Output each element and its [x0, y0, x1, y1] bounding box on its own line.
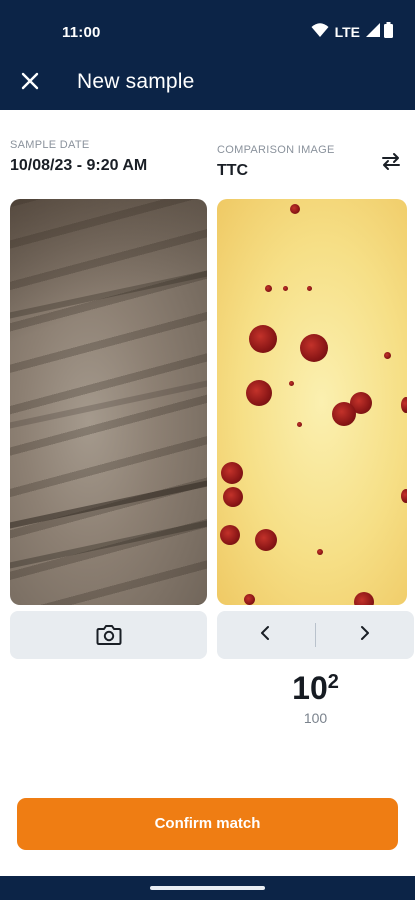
- close-button[interactable]: [14, 67, 46, 99]
- camera-icon: [96, 623, 122, 647]
- signal-icon: [366, 22, 380, 42]
- nav-divider: [315, 623, 316, 647]
- sample-date-value[interactable]: 10/08/23 - 9:20 AM: [10, 157, 147, 175]
- battery-icon: [384, 21, 393, 43]
- dilution-display: 102 100: [217, 668, 414, 726]
- sample-photo: [10, 199, 207, 605]
- status-bar: 11:00 LTE: [0, 0, 415, 56]
- sample-date-label: SAMPLE DATE: [10, 139, 90, 151]
- home-handle[interactable]: [150, 886, 265, 890]
- comparison-navigation: [217, 611, 414, 659]
- chevron-right-icon: [359, 625, 371, 646]
- swap-comparison-button[interactable]: [378, 150, 404, 176]
- dilution-exponent: 102: [292, 670, 339, 706]
- take-photo-button[interactable]: [10, 611, 207, 659]
- dilution-value: 100: [303, 710, 328, 726]
- confirm-match-button[interactable]: Confirm match: [17, 798, 398, 850]
- close-icon: [21, 72, 39, 95]
- system-nav-bar: [0, 876, 415, 900]
- next-image-button[interactable]: [349, 619, 381, 651]
- comparison-image-value: TTC: [217, 162, 249, 179]
- page-title: New sample: [77, 70, 195, 93]
- status-time: 11:00: [62, 24, 101, 41]
- app-bar: New sample: [0, 56, 415, 110]
- comparison-photo: [217, 199, 407, 605]
- wifi-icon: [311, 22, 329, 43]
- network-type: LTE: [334, 24, 360, 40]
- comparison-image-label: COMPARISON IMAGE: [217, 144, 335, 156]
- previous-image-button[interactable]: [249, 619, 281, 651]
- swap-icon: [380, 150, 402, 177]
- chevron-left-icon: [259, 625, 271, 646]
- status-icons: LTE: [311, 21, 393, 43]
